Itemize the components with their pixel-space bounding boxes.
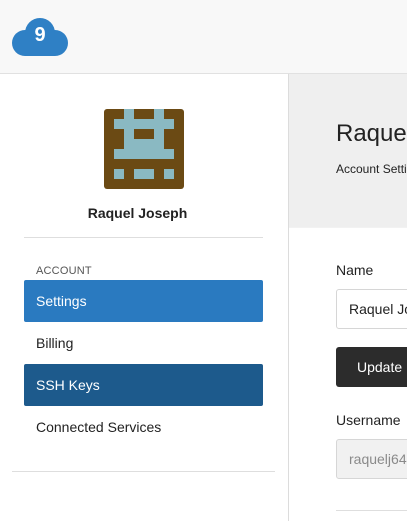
page-subtitle: Account Settings <box>336 162 407 176</box>
section-label-account: ACCOUNT <box>36 265 92 277</box>
top-bar: 9 <box>0 0 407 74</box>
page-header <box>289 74 407 227</box>
avatar[interactable] <box>104 109 184 189</box>
sidebar-item-ssh-keys[interactable]: SSH Keys <box>24 364 263 406</box>
username-field[interactable]: raquelj64 <box>336 439 407 479</box>
sidebar-item-label: Settings <box>36 293 87 309</box>
name-label: Name <box>336 262 374 278</box>
svg-text:9: 9 <box>34 24 45 46</box>
sidebar-item-label: Connected Services <box>36 419 162 435</box>
username-label: Username <box>336 412 401 428</box>
name-field[interactable]: Raquel Joseph <box>336 289 407 329</box>
divider <box>336 510 407 511</box>
sidebar-item-settings[interactable]: Settings <box>24 280 263 322</box>
divider <box>12 471 275 472</box>
update-button[interactable]: Update <box>336 347 407 387</box>
sidebar-item-billing[interactable]: Billing <box>24 322 263 364</box>
profile-name: Raquel Joseph <box>87 205 188 221</box>
divider <box>24 237 263 238</box>
account-sidebar: Raquel Joseph ACCOUNT Settings Billing S… <box>0 74 289 521</box>
sidebar-item-label: SSH Keys <box>36 377 100 393</box>
cloud9-logo-icon[interactable]: 9 <box>11 17 69 57</box>
sidebar-item-label: Billing <box>36 335 74 351</box>
sidebar-item-connected-services[interactable]: Connected Services <box>24 406 263 448</box>
page-title: Raquel Joseph <box>336 120 407 147</box>
